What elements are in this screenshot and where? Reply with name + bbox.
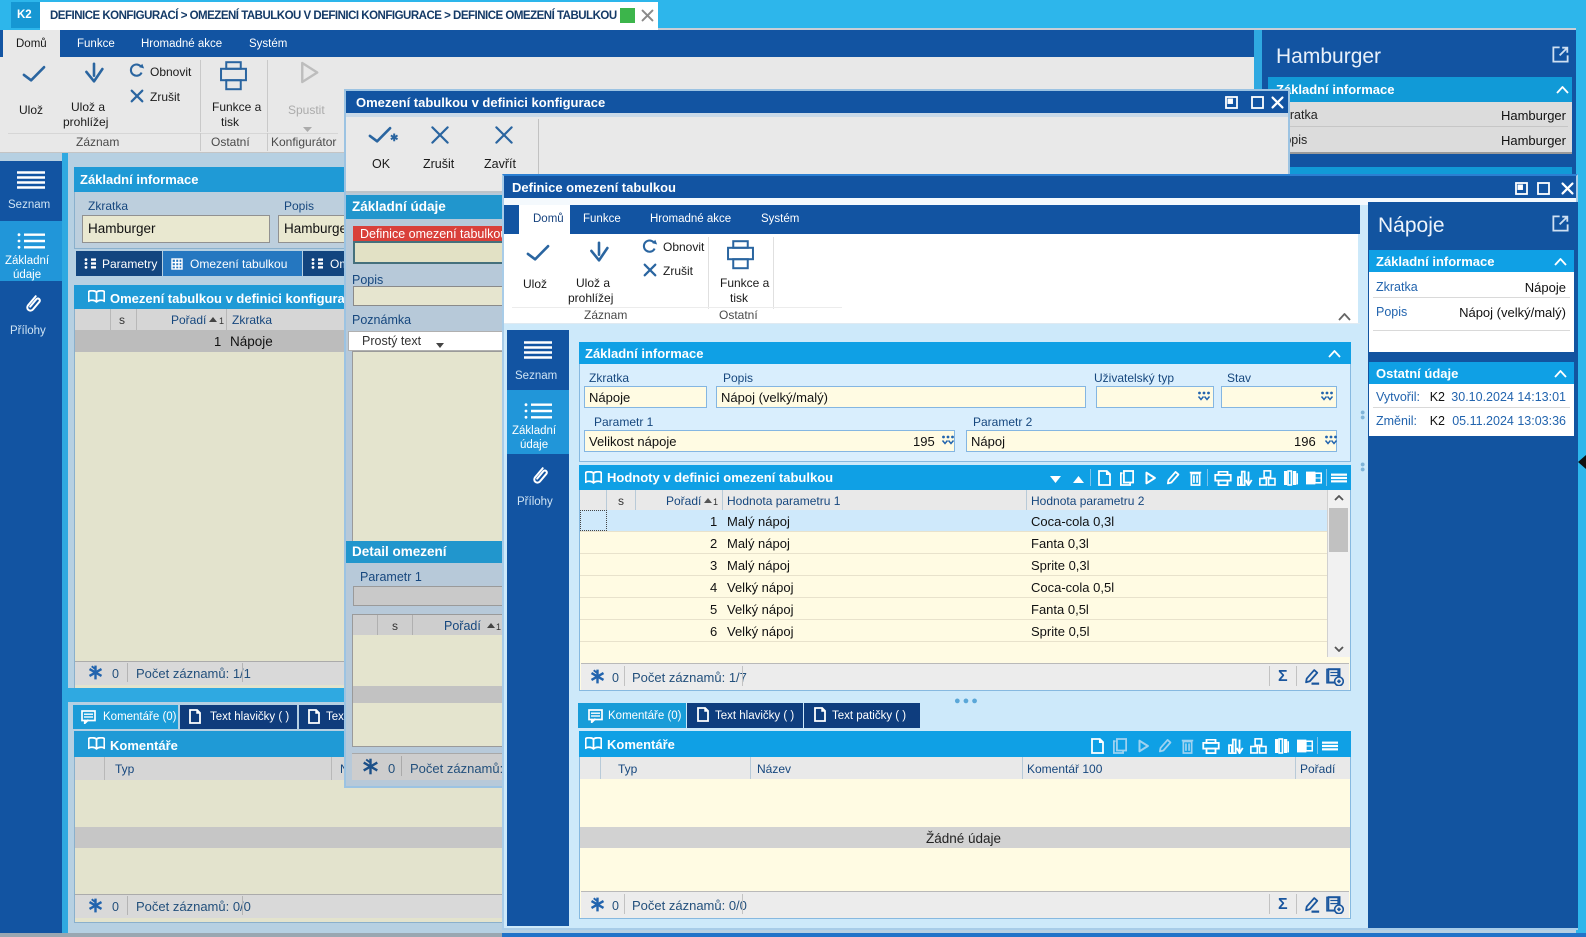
svg-text:x: x bbox=[1298, 742, 1303, 753]
svg-text:x: x bbox=[1307, 474, 1312, 485]
